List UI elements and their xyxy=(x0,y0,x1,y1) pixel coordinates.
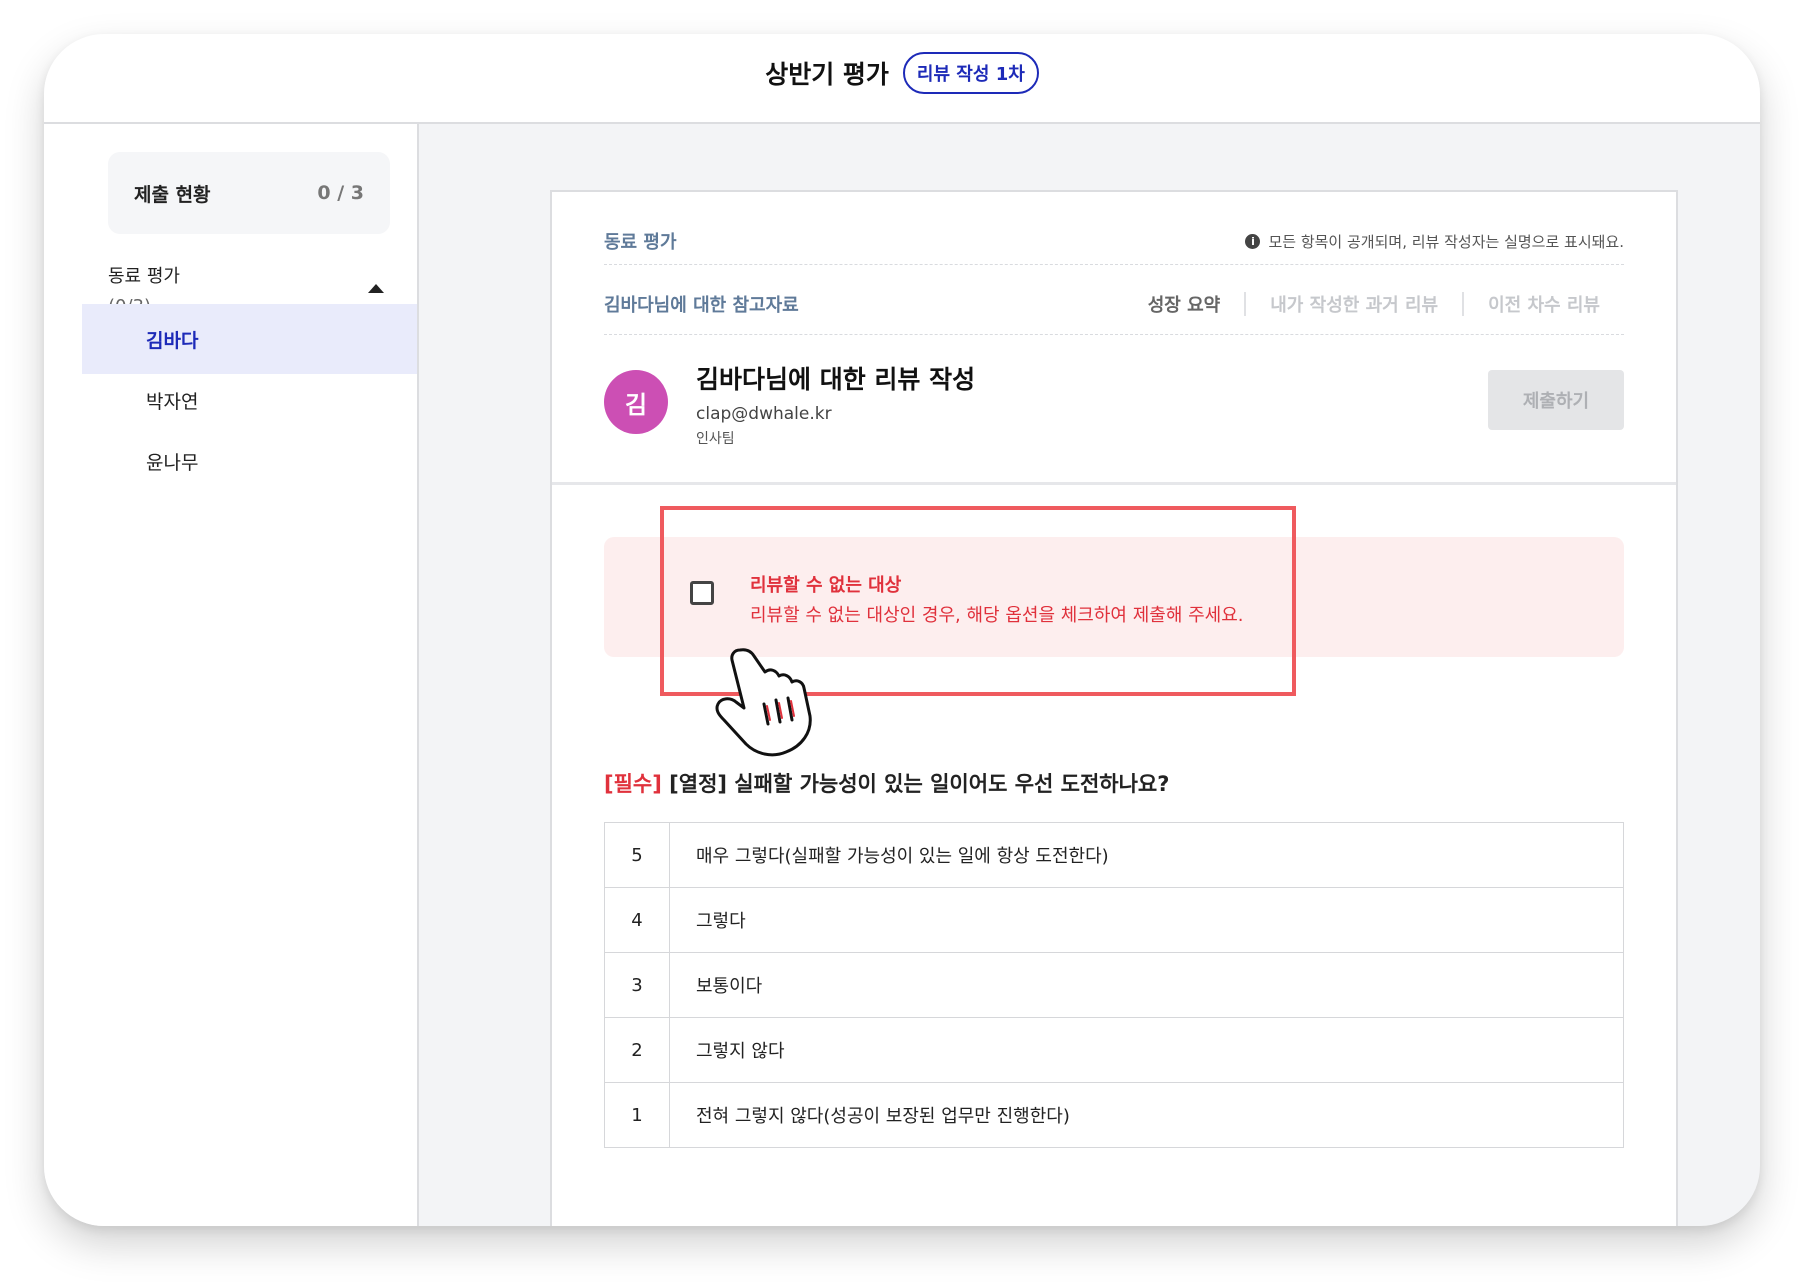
required-tag: [필수] xyxy=(604,772,662,796)
visibility-notice: i 모든 항목이 공개되며, 리뷰 작성자는 실명으로 표시돼요. xyxy=(1245,231,1624,252)
collapse-caret-icon[interactable] xyxy=(368,284,384,293)
sidebar-group-title: 동료 평가 xyxy=(108,266,180,287)
tab-my-past-reviews[interactable]: 내가 작성한 과거 리뷰 xyxy=(1246,291,1462,317)
pointer-hand-icon xyxy=(715,648,812,757)
answer-option[interactable]: 2 그렇지 않다 xyxy=(605,1018,1623,1083)
section-divider xyxy=(552,482,1676,485)
option-score: 5 xyxy=(605,823,670,887)
option-score: 2 xyxy=(605,1018,670,1082)
answer-option[interactable]: 3 보통이다 xyxy=(605,953,1623,1018)
submit-button[interactable]: 제출하기 xyxy=(1488,370,1624,430)
sidebar: 제출 현황 0 / 3 동료 평가 (0/3) 김바다 박자연 윤나무 xyxy=(44,124,419,1226)
review-heading: 김바다님에 대한 리뷰 작성 xyxy=(696,365,976,394)
answer-option[interactable]: 5 매우 그렇다(실패할 가능성이 있는 일에 항상 도전한다) xyxy=(605,823,1623,888)
title-group: 상반기 평가 리뷰 작성 1차 xyxy=(44,52,1760,94)
card-header: 동료 평가 i 모든 항목이 공개되며, 리뷰 작성자는 실명으로 표시돼요. xyxy=(604,218,1624,265)
reviewee-team: 인사팀 xyxy=(696,431,735,447)
option-score: 1 xyxy=(605,1083,670,1147)
section-title: 동료 평가 xyxy=(604,232,677,253)
top-bar: 상반기 평가 리뷰 작성 1차 xyxy=(44,34,1760,124)
sidebar-item-person[interactable]: 박자연 xyxy=(82,365,417,435)
answer-option[interactable]: 1 전혀 그렇지 않다(성공이 보장된 업무만 진행한다) xyxy=(605,1083,1623,1147)
submission-status-count: 0 / 3 xyxy=(317,182,364,204)
option-label: 그렇다 xyxy=(696,911,746,932)
reference-title: 김바다님에 대한 참고자료 xyxy=(604,295,799,316)
answer-options: 5 매우 그렇다(실패할 가능성이 있는 일에 항상 도전한다) 4 그렇다 3… xyxy=(604,822,1624,1148)
info-icon: i xyxy=(1245,233,1261,249)
option-label: 그렇지 않다 xyxy=(696,1041,785,1062)
option-label: 매우 그렇다(실패할 가능성이 있는 일에 항상 도전한다) xyxy=(696,846,1109,867)
option-label: 보통이다 xyxy=(696,976,763,997)
tab-growth-summary[interactable]: 성장 요약 xyxy=(1124,291,1245,317)
avatar: 김 xyxy=(604,370,668,434)
option-label: 전혀 그렇지 않다(성공이 보장된 업무만 진행한다) xyxy=(696,1106,1070,1127)
option-score: 4 xyxy=(605,888,670,952)
answer-option[interactable]: 4 그렇다 xyxy=(605,888,1623,953)
reference-row: 김바다님에 대한 참고자료 성장 요약 내가 작성한 과거 리뷰 이전 차수 리… xyxy=(604,274,1624,335)
submission-status-label: 제출 현황 xyxy=(134,183,211,206)
question-title: [필수] [열정] 실패할 가능성이 있는 일이어도 우선 도전하나요? xyxy=(604,768,1169,798)
sidebar-item-person[interactable]: 윤나무 xyxy=(82,426,417,496)
reference-tabs: 성장 요약 내가 작성한 과거 리뷰 이전 차수 리뷰 xyxy=(1124,291,1624,317)
page-title: 상반기 평가 xyxy=(765,60,889,89)
review-card: 동료 평가 i 모든 항목이 공개되며, 리뷰 작성자는 실명으로 표시돼요. … xyxy=(550,190,1678,1226)
reviewee-header: 김 김바다님에 대한 리뷰 작성 clap@dwhale.kr 인사팀 제출하기 xyxy=(604,360,1624,450)
round-badge: 리뷰 작성 1차 xyxy=(902,52,1039,94)
visibility-notice-text: 모든 항목이 공개되며, 리뷰 작성자는 실명으로 표시돼요. xyxy=(1268,232,1624,251)
app-window: 상반기 평가 리뷰 작성 1차 제출 현황 0 / 3 동료 평가 (0/3) … xyxy=(44,34,1760,1226)
submission-status: 제출 현황 0 / 3 xyxy=(108,152,390,234)
option-score: 3 xyxy=(605,953,670,1017)
tab-previous-round-reviews[interactable]: 이전 차수 리뷰 xyxy=(1464,291,1624,317)
reviewee-email: clap@dwhale.kr xyxy=(696,404,832,424)
question-text: [열정] 실패할 가능성이 있는 일이어도 우선 도전하나요? xyxy=(669,772,1170,796)
sidebar-item-person[interactable]: 김바다 xyxy=(82,304,417,374)
